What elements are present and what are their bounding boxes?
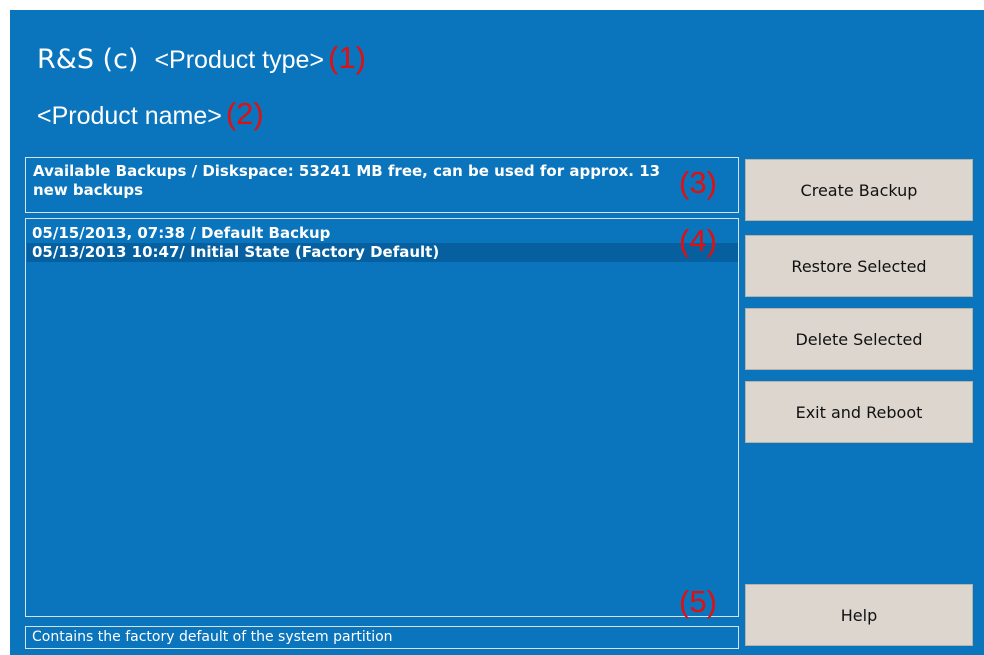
marker-3: (3) xyxy=(679,165,717,200)
product-name-line: <Product name> (2) xyxy=(37,96,264,132)
brand-label: R&S (c) xyxy=(37,44,139,75)
marker-5: (5) xyxy=(679,584,717,619)
marker-1: (1) xyxy=(328,40,366,75)
backup-list-item-selected[interactable]: 05/13/2013 10:47/ Initial State (Factory… xyxy=(27,243,738,262)
exit-reboot-button[interactable]: Exit and Reboot xyxy=(745,381,973,443)
backup-list-item[interactable]: 05/15/2013, 07:38 / Default Backup xyxy=(27,224,330,243)
delete-selected-button[interactable]: Delete Selected xyxy=(745,308,973,370)
disk-info-text: Available Backups / Diskspace: 53241 MB … xyxy=(33,162,661,199)
create-backup-button[interactable]: Create Backup xyxy=(745,159,973,221)
backup-list[interactable]: 05/15/2013, 07:38 / Default Backup 05/13… xyxy=(25,218,739,619)
marker-4: (4) xyxy=(679,223,717,258)
status-text: Contains the factory default of the syst… xyxy=(32,629,393,645)
product-name-label: <Product name> xyxy=(37,102,222,130)
backup-restore-screen: R&S (c) <Product type> (1) <Product name… xyxy=(10,10,984,655)
marker-2: (2) xyxy=(225,96,264,131)
disk-info-panel: Available Backups / Diskspace: 53241 MB … xyxy=(25,157,739,213)
status-bar: Contains the factory default of the syst… xyxy=(25,626,739,649)
product-type-line: R&S (c) <Product type> (1) xyxy=(37,40,366,76)
restore-selected-button[interactable]: Restore Selected xyxy=(745,235,973,297)
product-type-label: <Product type> xyxy=(154,46,325,74)
backup-item-label: 05/13/2013 10:47/ Initial State (Factory… xyxy=(32,243,440,261)
help-button[interactable]: Help xyxy=(745,584,973,646)
backup-item-label: 05/15/2013, 07:38 / Default Backup xyxy=(32,224,331,242)
